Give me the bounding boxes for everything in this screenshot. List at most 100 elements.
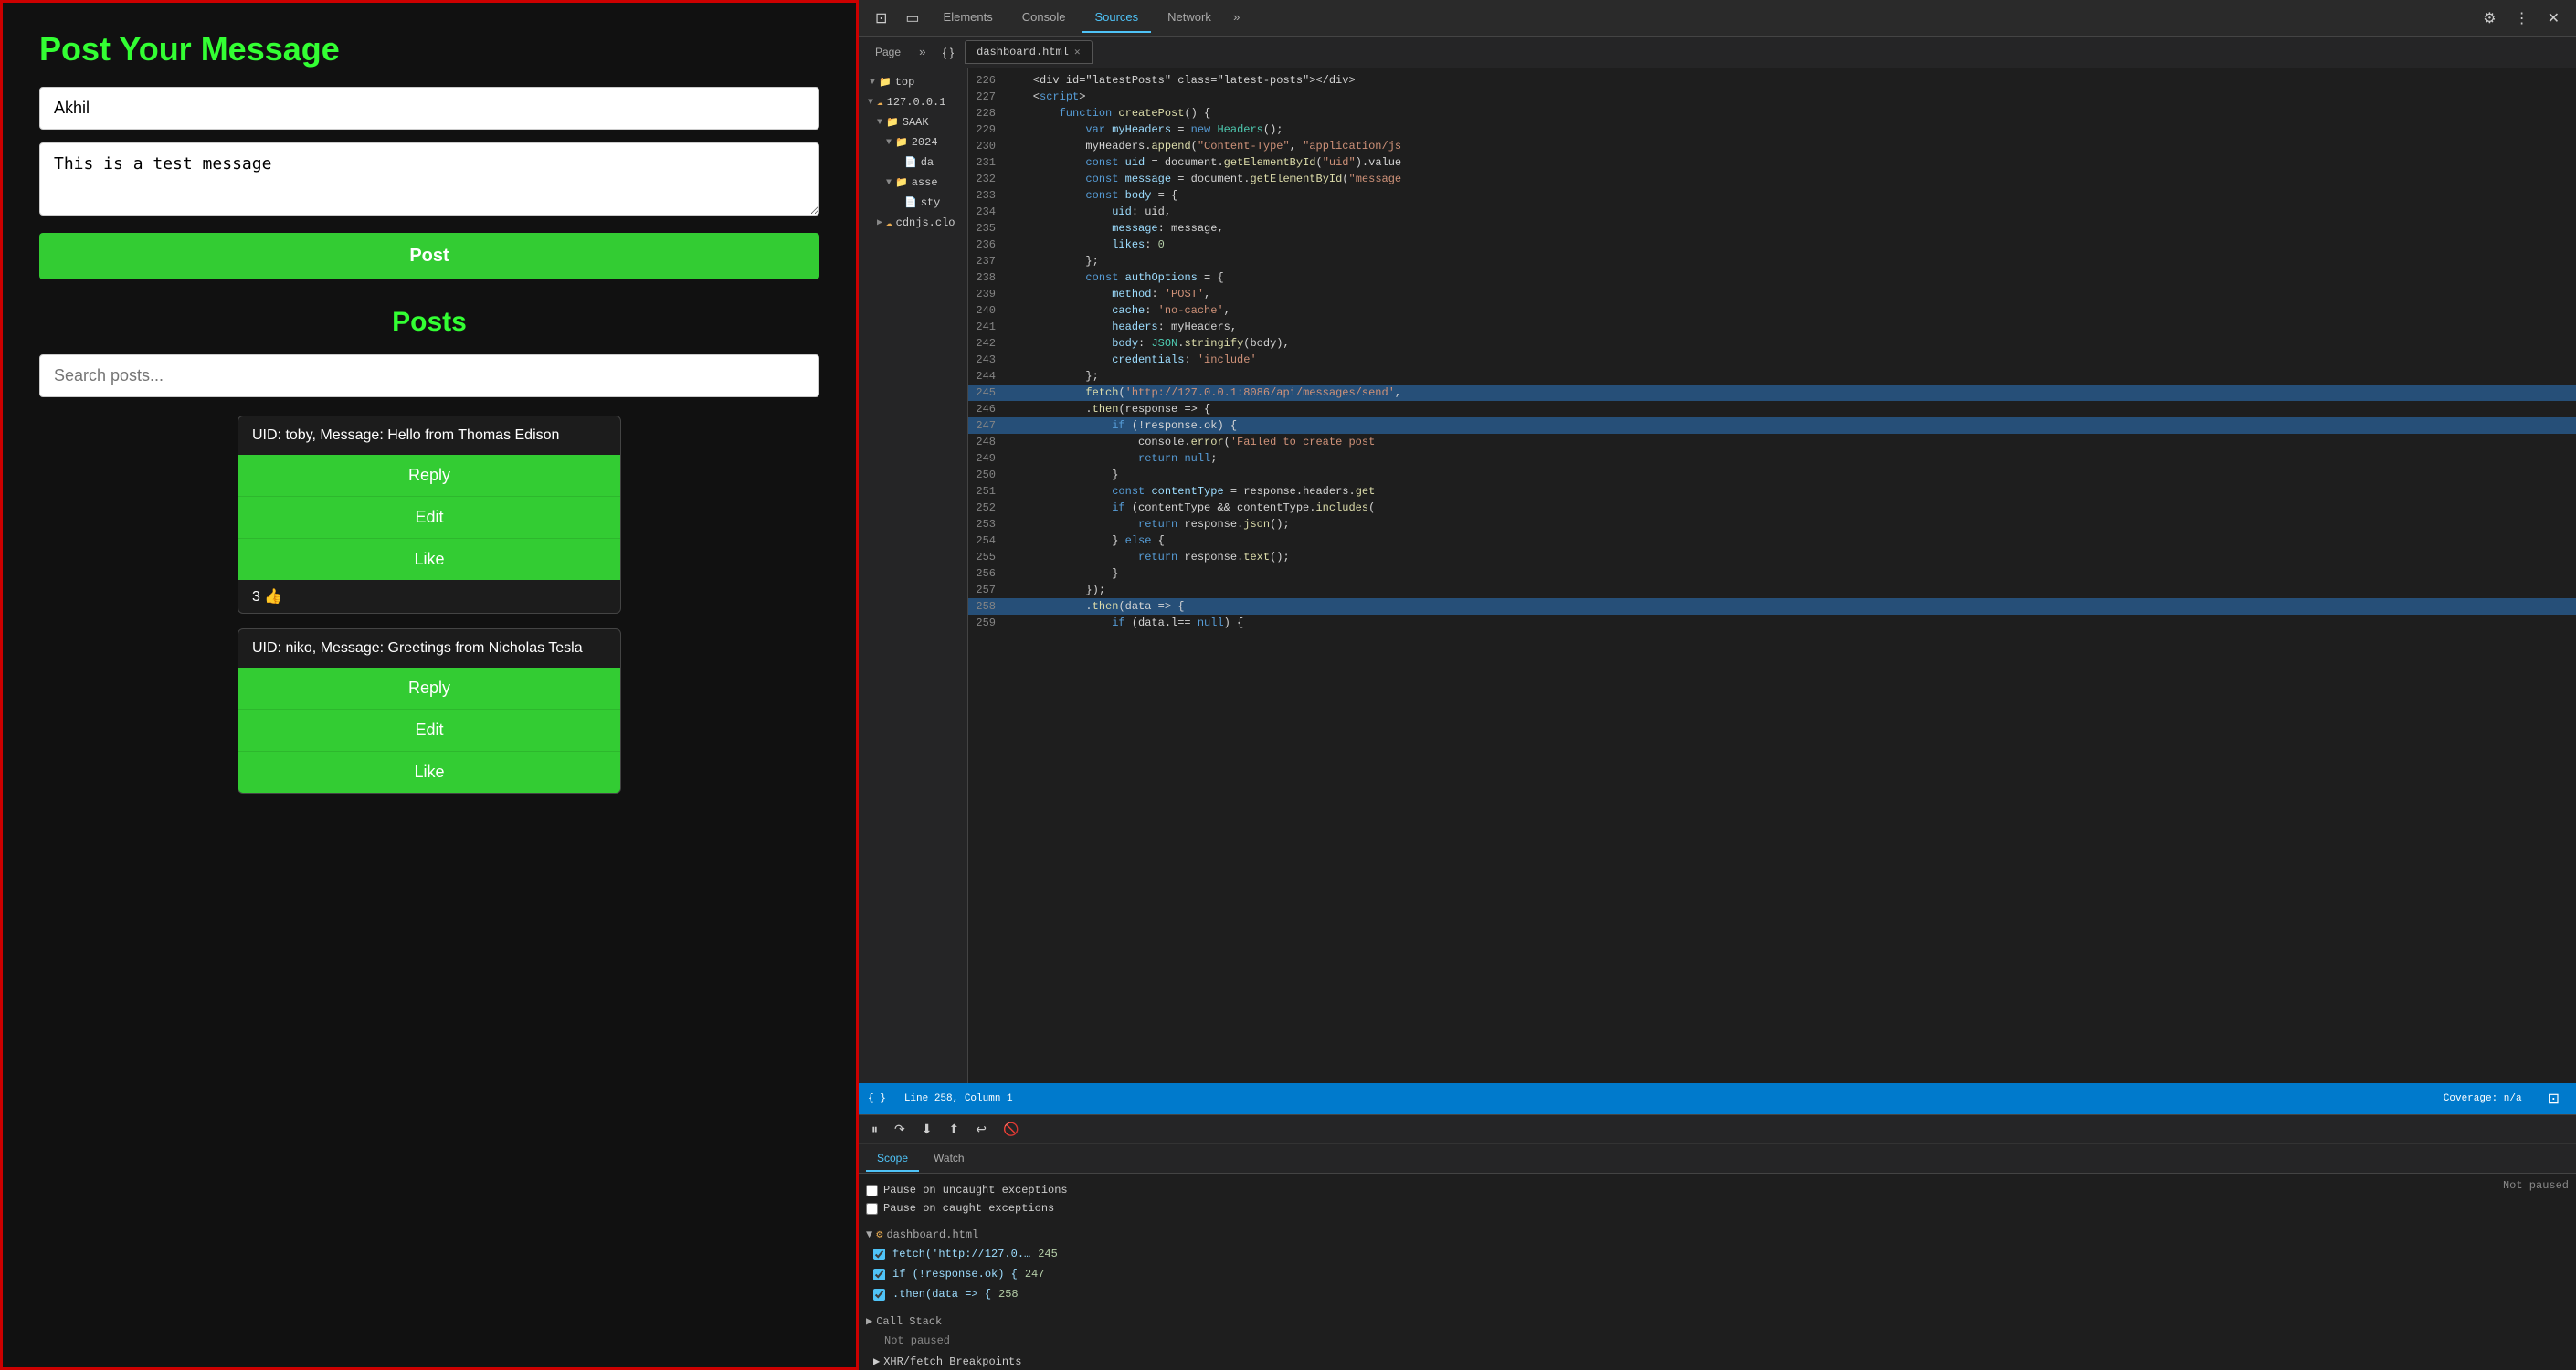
- sidebar-label: top: [895, 76, 915, 89]
- code-line: 243 credentials: 'include': [968, 352, 2576, 368]
- code-line: 234 uid: uid,: [968, 204, 2576, 220]
- pause-uncaught-checkbox[interactable]: [866, 1185, 878, 1196]
- more-pages[interactable]: »: [913, 38, 932, 67]
- code-line: 249 return null;: [968, 450, 2576, 467]
- username-input[interactable]: Akhil: [39, 87, 819, 130]
- code-line: 229 var myHeaders = new Headers();: [968, 121, 2576, 138]
- pause-caught-checkbox[interactable]: [866, 1203, 878, 1215]
- reply-button[interactable]: Reply: [238, 668, 620, 710]
- bottom-panel: ⏸ ↷ ⬇ ⬆ ↩ 🚫 Scope Watch Pause on uncaugh…: [859, 1114, 2576, 1370]
- sidebar-item-sty[interactable]: 📄 sty: [859, 193, 967, 213]
- like-button[interactable]: Like: [238, 752, 620, 793]
- deactivate-button[interactable]: 🚫: [998, 1119, 1024, 1140]
- step-over-button[interactable]: ↷: [889, 1119, 911, 1140]
- pause-uncaught-item: Pause on uncaught exceptions: [866, 1181, 1710, 1199]
- edit-button[interactable]: Edit: [238, 710, 620, 752]
- callstack-header[interactable]: ▶ Call Stack: [866, 1312, 1710, 1331]
- tab-watch[interactable]: Watch: [923, 1146, 976, 1172]
- callstack-section: ▶ Call Stack Not paused: [866, 1312, 1710, 1351]
- message-input[interactable]: This is a test message: [39, 142, 819, 216]
- tab-scope[interactable]: Scope: [866, 1146, 919, 1172]
- callstack-value: Not paused: [866, 1331, 1710, 1351]
- sidebar-item-asse[interactable]: ▼ 📁 asse: [859, 173, 967, 193]
- step-out-button[interactable]: ⬆: [943, 1119, 965, 1140]
- code-line-245: 245 fetch('http://127.0.0.1:8086/api/mes…: [968, 385, 2576, 401]
- xhrfetch-header[interactable]: ▶ XHR/fetch Breakpoints: [873, 1354, 1703, 1368]
- cloud-folder-icon: ☁: [886, 216, 892, 229]
- code-line-247: 247 if (!response.ok) {: [968, 417, 2576, 434]
- posts-title: Posts: [39, 307, 819, 338]
- sidebar-item-top[interactable]: ▼ 📁 top: [859, 72, 967, 92]
- code-status-bar: { } Line 258, Column 1 Coverage: n/a ⊡: [859, 1083, 2576, 1114]
- expand-icon: ▼: [870, 78, 875, 88]
- expand-icon: ▶: [866, 1314, 872, 1328]
- reply-button[interactable]: Reply: [238, 455, 620, 497]
- bottom-tabs: Scope Watch: [859, 1144, 2576, 1174]
- more-options-icon[interactable]: ⋮: [2507, 5, 2537, 31]
- inspect-icon[interactable]: ⊡: [868, 5, 894, 31]
- step-into-button[interactable]: ⬇: [916, 1119, 938, 1140]
- code-line: 239 method: 'POST',: [968, 286, 2576, 302]
- edit-button[interactable]: Edit: [238, 497, 620, 539]
- scope-panel: Pause on uncaught exceptions Pause on ca…: [859, 1174, 1717, 1370]
- expand-icon: ▼: [866, 1228, 872, 1241]
- sidebar-item-127[interactable]: ▼ ☁ 127.0.0.1: [859, 92, 967, 112]
- device-icon[interactable]: ▭: [898, 5, 926, 31]
- devtools-settings: ⚙ ⋮ ✕: [2476, 5, 2567, 31]
- file-tab-dashboard[interactable]: dashboard.html ✕: [965, 40, 1092, 64]
- settings-icon[interactable]: ⚙: [2476, 5, 2503, 31]
- code-line: 253 return response.json();: [968, 516, 2576, 532]
- bp2-text: if (!response.ok) {: [892, 1268, 1018, 1280]
- code-line: 238 const authOptions = {: [968, 269, 2576, 286]
- sidebar-item-da[interactable]: 📄 da: [859, 153, 967, 173]
- post-actions: Reply Edit Like: [238, 668, 620, 793]
- braces-icon: { }: [868, 1093, 886, 1104]
- post-button[interactable]: Post: [39, 233, 819, 279]
- format-icon[interactable]: { }: [935, 42, 961, 63]
- code-line: 257 });: [968, 582, 2576, 598]
- file-sidebar: ▼ 📁 top ▼ ☁ 127.0.0.1 ▼ 📁 SAAK ▼ 📁 2024 …: [859, 68, 968, 1083]
- expand-icon: ▼: [886, 178, 892, 188]
- sidebar-item-cdnjs[interactable]: ▶ ☁ cdnjs.clo: [859, 213, 967, 233]
- not-paused-label: Not paused: [1717, 1174, 2576, 1370]
- code-view: 226 <div id="latestPosts" class="latest-…: [968, 68, 2576, 1083]
- sidebar-item-2024[interactable]: ▼ 📁 2024: [859, 132, 967, 153]
- code-line: 230 myHeaders.append("Content-Type", "ap…: [968, 138, 2576, 154]
- page-button[interactable]: Page: [866, 42, 910, 62]
- like-button[interactable]: Like: [238, 539, 620, 580]
- post-header: UID: toby, Message: Hello from Thomas Ed…: [238, 416, 620, 455]
- tab-elements[interactable]: Elements: [931, 3, 1006, 33]
- bottom-content: Pause on uncaught exceptions Pause on ca…: [859, 1174, 2576, 1370]
- folder-icon: 📁: [879, 76, 892, 89]
- devtools-panel: ⊡ ▭ Elements Console Sources Network » ⚙…: [859, 0, 2576, 1370]
- bp2-checkbox[interactable]: [873, 1269, 885, 1280]
- bp3-checkbox[interactable]: [873, 1289, 885, 1301]
- breakpoints-section: ▼ ⚙ dashboard.html fetch('http://127.0.……: [866, 1225, 1710, 1304]
- code-line: 250 }: [968, 467, 2576, 483]
- breakpoints-header[interactable]: ▼ ⚙ dashboard.html: [866, 1225, 1710, 1244]
- more-tabs[interactable]: »: [1228, 4, 1246, 32]
- sidebar-label: da: [921, 156, 934, 169]
- code-line: 242 body: JSON.stringify(body),: [968, 335, 2576, 352]
- code-line: 248 console.error('Failed to create post: [968, 434, 2576, 450]
- bp1-checkbox[interactable]: [873, 1249, 885, 1260]
- sidebar-label: asse: [912, 176, 938, 189]
- search-input[interactable]: [39, 354, 819, 397]
- tab-network[interactable]: Network: [1155, 3, 1224, 33]
- tab-console[interactable]: Console: [1009, 3, 1079, 33]
- code-line: 252 if (contentType && contentType.inclu…: [968, 500, 2576, 516]
- code-line: 256 }: [968, 565, 2576, 582]
- coverage-icon[interactable]: ⊡: [2540, 1086, 2567, 1112]
- expand-icon: ▶: [873, 1354, 880, 1368]
- xhrfetch-section: ▶ XHR/fetch Breakpoints: [866, 1351, 1710, 1370]
- tab-sources[interactable]: Sources: [1082, 3, 1151, 33]
- expand-icon: ▼: [886, 138, 892, 148]
- pause-button[interactable]: ⏸: [866, 1119, 883, 1140]
- sidebar-item-saak[interactable]: ▼ 📁 SAAK: [859, 112, 967, 132]
- post-actions: Reply Edit Like: [238, 455, 620, 580]
- close-devtools-icon[interactable]: ✕: [2540, 5, 2567, 31]
- file-icon: 📄: [904, 156, 917, 169]
- step-button[interactable]: ↩: [970, 1119, 992, 1140]
- folder-icon: 📁: [886, 116, 899, 129]
- file-tab-close-icon[interactable]: ✕: [1074, 46, 1081, 58]
